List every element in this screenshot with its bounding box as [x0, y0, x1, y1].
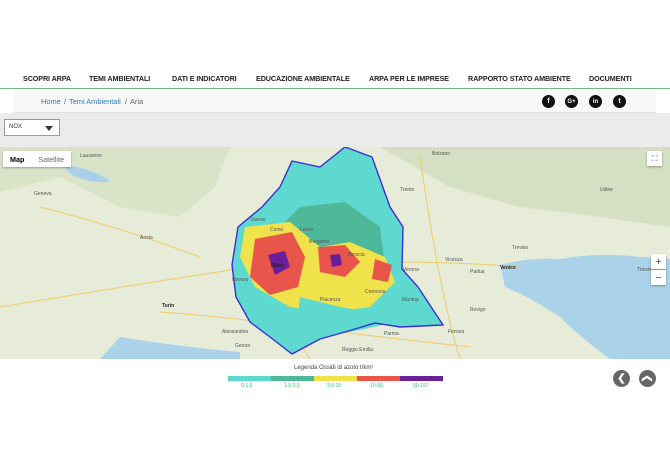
- city-label: Brescia: [348, 252, 365, 258]
- zoom-in-button[interactable]: +: [651, 254, 666, 269]
- twitter-share-button[interactable]: t: [613, 95, 626, 108]
- nav-item-temi-ambientali[interactable]: TEMI AMBIENTALI: [89, 74, 150, 83]
- breadcrumb-bar: Home / Temi Ambientali / Aria f G+ in t: [14, 90, 656, 113]
- pollutant-select[interactable]: NOX: [4, 119, 60, 136]
- plus-icon: +: [655, 255, 662, 268]
- city-label: Novara: [232, 277, 249, 283]
- facebook-share-button[interactable]: f: [542, 95, 555, 108]
- legend-swatch: [400, 376, 443, 381]
- zoom-out-button[interactable]: −: [651, 270, 666, 285]
- chevron-up-icon: ❯: [641, 374, 653, 383]
- city-label: Turin: [162, 303, 175, 309]
- city-label: Rovigo: [470, 307, 486, 313]
- nav-item-rapporto-stato-ambiente[interactable]: RAPPORTO STATO AMBIENTE: [468, 74, 571, 83]
- nav-divider: [0, 88, 670, 89]
- nav-item-scopri-arpa[interactable]: SCOPRI ARPA: [23, 74, 71, 83]
- city-label: Piacenza: [320, 297, 341, 303]
- legend-swatch: [357, 376, 400, 381]
- map-type-control: Map Satellite: [3, 151, 71, 167]
- city-label: Parma: [384, 331, 399, 337]
- legend-title: Legenda Ossidi di azoto t/km²: [294, 365, 374, 371]
- city-label: Udine: [600, 187, 614, 193]
- scroll-top-button[interactable]: ❯: [639, 370, 656, 387]
- main-navigation: SCOPRI ARPA TEMI AMBIENTALI DATI E INDIC…: [0, 68, 670, 88]
- twitter-icon: t: [618, 98, 621, 105]
- minus-icon: −: [655, 271, 662, 284]
- city-label: Verona: [403, 267, 419, 273]
- pollutant-select-value: NOX: [9, 124, 23, 130]
- fullscreen-icon: ⛶: [651, 153, 658, 163]
- city-label: Venice: [500, 265, 516, 271]
- city-label: Varese: [250, 217, 266, 223]
- city-label: Vicenza: [445, 257, 463, 263]
- city-label: Padua: [470, 269, 485, 275]
- breadcrumb-current: Aria: [130, 97, 144, 106]
- city-label: Lecco: [300, 227, 314, 233]
- back-button[interactable]: ❮: [613, 370, 630, 387]
- chevron-down-icon: [45, 126, 53, 131]
- nav-item-dati-e-indicatori[interactable]: DATI E INDICATORI: [172, 74, 237, 83]
- map-type-map-button[interactable]: Map: [3, 151, 31, 167]
- city-label: Cremona: [365, 289, 386, 295]
- legend-swatch: [228, 376, 271, 381]
- linkedin-share-button[interactable]: in: [589, 95, 602, 108]
- city-label: Treviso: [512, 245, 529, 251]
- map-canvas: [0, 147, 670, 359]
- city-label: Geneva: [34, 191, 52, 197]
- legend-label: 3.0-10: [327, 383, 342, 389]
- city-label: Lausanne: [80, 153, 102, 159]
- google-plus-icon: G+: [567, 98, 576, 105]
- legend-label: 0-1.5: [241, 383, 253, 389]
- city-label: Milan: [271, 263, 284, 269]
- legend-label: 1.5-3.0: [284, 383, 300, 389]
- fullscreen-button[interactable]: ⛶: [647, 151, 662, 166]
- nav-item-educazione-ambientale[interactable]: EDUCAZIONE AMBIENTALE: [256, 74, 350, 83]
- linkedin-icon: in: [592, 98, 599, 105]
- city-label: Trento: [400, 187, 415, 193]
- city-label: Alessandria: [222, 329, 249, 335]
- emissions-map[interactable]: Lausanne Geneva Milan Turin Bergamo Bres…: [0, 147, 670, 359]
- city-label: Genoa: [235, 343, 251, 349]
- city-label: Bolzano: [432, 151, 451, 157]
- legend-label: 10-50: [370, 383, 383, 389]
- legend-swatch: [271, 376, 314, 381]
- breadcrumb-temi-ambientali[interactable]: Temi Ambientali: [69, 97, 121, 106]
- nav-item-arpa-per-le-imprese[interactable]: ARPA PER LE IMPRESE: [369, 74, 449, 83]
- legend-swatch: [314, 376, 357, 381]
- city-label: Mantua: [402, 297, 419, 303]
- google-plus-share-button[interactable]: G+: [565, 95, 578, 108]
- city-label: Ferrara: [448, 329, 465, 335]
- breadcrumb-separator: /: [125, 97, 128, 106]
- chevron-left-icon: ❮: [617, 373, 626, 384]
- map-type-satellite-button[interactable]: Satellite: [31, 151, 71, 167]
- breadcrumb-home[interactable]: Home: [41, 97, 61, 106]
- map-toolbar: NOX: [0, 113, 670, 147]
- facebook-icon: f: [547, 98, 550, 105]
- city-label: Bergamo: [309, 239, 330, 245]
- nav-item-documenti[interactable]: DOCUMENTI: [589, 74, 632, 83]
- breadcrumb-separator: /: [64, 97, 67, 106]
- city-label: Aosta: [140, 235, 153, 241]
- city-label: Reggio Emilia: [342, 347, 373, 353]
- legend-label: 50-197: [413, 383, 429, 389]
- city-label: Trieste: [637, 267, 653, 273]
- city-label: Como: [270, 227, 284, 233]
